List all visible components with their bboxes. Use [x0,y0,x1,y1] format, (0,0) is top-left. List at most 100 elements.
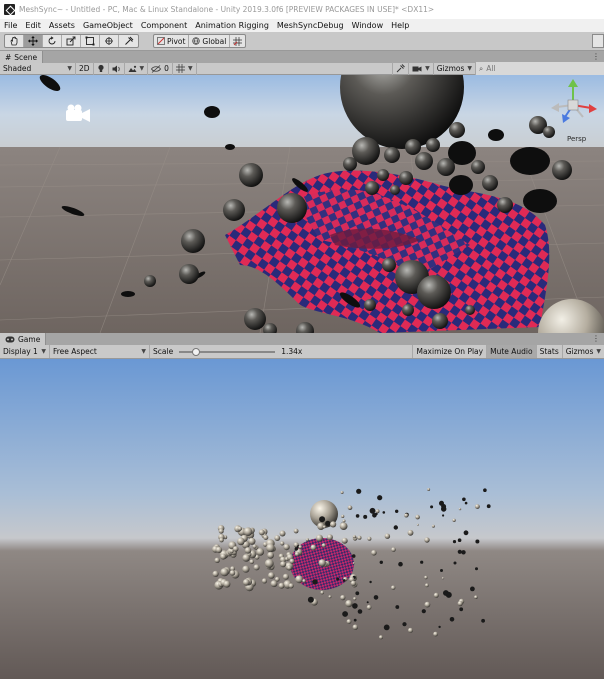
particle-sphere [369,580,372,584]
particle-sphere [462,497,466,502]
scale-slider[interactable] [179,347,276,356]
particle-sphere [395,605,400,609]
scene-viewport[interactable]: Persp [0,75,604,333]
particle-sphere [452,518,456,522]
lighting-toggle[interactable] [94,62,109,75]
particle-sphere [266,543,275,553]
particle-sphere [415,514,420,520]
mute-label: Mute Audio [490,347,533,356]
particle-sphere [249,559,255,565]
grid-snap-button[interactable] [230,35,245,47]
grid-toggle[interactable]: ▼ [173,62,197,75]
particle-sphere [398,561,403,567]
particle-sphere [424,575,428,580]
window-title: MeshSync~ - Untitled - PC, Mac & Linux S… [19,5,435,14]
particle-sphere [395,509,399,513]
scene-panel-menu-icon[interactable]: ⋮ [592,52,600,61]
particle-sphere [212,570,219,577]
particle-sphere [356,488,362,494]
particle-sphere [341,537,348,544]
menu-gameobject[interactable]: GameObject [83,21,133,30]
particle-sphere [342,519,346,523]
particle-sphere [371,550,377,556]
particle-sphere [342,579,346,582]
tab-game[interactable]: Game [0,333,47,345]
effects-count: 0 [164,64,169,73]
game-viewport[interactable] [0,359,604,679]
particle-sphere [264,559,274,568]
scene-tools-button[interactable] [392,62,410,75]
global-label: Global [202,36,227,46]
menu-file[interactable]: File [4,21,17,30]
scale-tool-icon[interactable] [62,35,81,47]
particle-sphere [330,521,337,528]
particle-sphere [280,561,287,568]
scene-search-field[interactable]: ⌕ All [476,62,604,75]
menu-edit[interactable]: Edit [25,21,41,30]
scale-slider-thumb[interactable] [192,347,201,356]
particle-sphere [336,577,340,581]
hidden-objects-toggle[interactable]: 0 [148,62,173,75]
particle-sphere [242,554,250,562]
global-button[interactable]: Global [189,35,231,47]
particle-sphere [433,631,438,637]
move-tool-icon[interactable] [24,35,43,47]
menu-help[interactable]: Help [391,21,409,30]
chevron-down-icon: ▼ [425,65,430,72]
particle-sphere [353,597,357,601]
particle-sphere [393,525,398,530]
display-label: Display 1 [3,347,38,356]
particle-sphere [449,617,455,622]
toggle-2d-button[interactable]: 2D [76,62,94,75]
custom-tool-icon[interactable] [119,35,138,47]
search-icon: ⌕ [479,63,484,73]
particle-sphere [481,618,485,623]
particle-sphere [430,505,434,509]
stats-toggle[interactable]: Stats [537,345,563,358]
effects-dropdown[interactable]: ▼ [125,62,149,75]
particle-sphere [263,535,269,540]
maximize-on-play-toggle[interactable]: Maximize On Play [412,345,488,358]
shading-mode-dropdown[interactable]: Shaded ▼ [0,62,76,75]
particle-sphere [295,575,304,584]
unity-logo-icon [4,4,15,15]
transform-tool-icon[interactable] [100,35,119,47]
particle-sphere [404,513,409,518]
aspect-dropdown[interactable]: Free Aspect ▼ [50,345,150,358]
game-panel-menu-icon[interactable]: ⋮ [592,334,600,343]
scene-toolbar: Shaded ▼ 2D ▼ 0 ▼ ▼ Gizmos ▼ ⌕ All [0,62,604,75]
particle-sphere [377,495,383,501]
menu-assets[interactable]: Assets [49,21,75,30]
scene-gizmos-dropdown[interactable]: Gizmos ▼ [434,62,476,75]
mute-audio-toggle[interactable]: Mute Audio [487,345,537,358]
menu-meshsyncdebug[interactable]: MeshSyncDebug [277,21,344,30]
particle-sphere [357,535,362,540]
display-dropdown[interactable]: Display 1 ▼ [0,345,50,358]
particle-sphere [294,547,298,551]
persp-label[interactable]: Persp [567,135,587,143]
particle-sphere [416,523,419,526]
particle-sphere [243,527,253,537]
pivot-button[interactable]: Pivot [154,35,190,47]
menu-component[interactable]: Component [141,21,187,30]
particle-sphere [218,528,224,534]
mode-2d-label: 2D [79,64,90,73]
play-controls-edge[interactable] [592,34,604,48]
particle-sphere [366,601,369,604]
particle-sphere [268,572,275,579]
game-gizmos-dropdown[interactable]: Gizmos ▼ [563,345,604,358]
particle-sphere [220,553,227,560]
camera-settings-dropdown[interactable]: ▼ [409,62,434,75]
particle-sphere [307,596,314,603]
particle-sphere [302,579,306,583]
particle-sphere [431,524,435,528]
rotate-tool-icon[interactable] [43,35,62,47]
rect-tool-icon[interactable] [81,35,100,47]
menu-window[interactable]: Window [352,21,384,30]
hand-tool-icon[interactable] [5,35,24,47]
menu-bar: File Edit Assets GameObject Component An… [0,19,604,32]
particle-sphere [475,567,478,571]
particle-sphere [352,562,355,565]
menu-animation-rigging[interactable]: Animation Rigging [195,21,269,30]
audio-toggle[interactable] [109,62,125,75]
